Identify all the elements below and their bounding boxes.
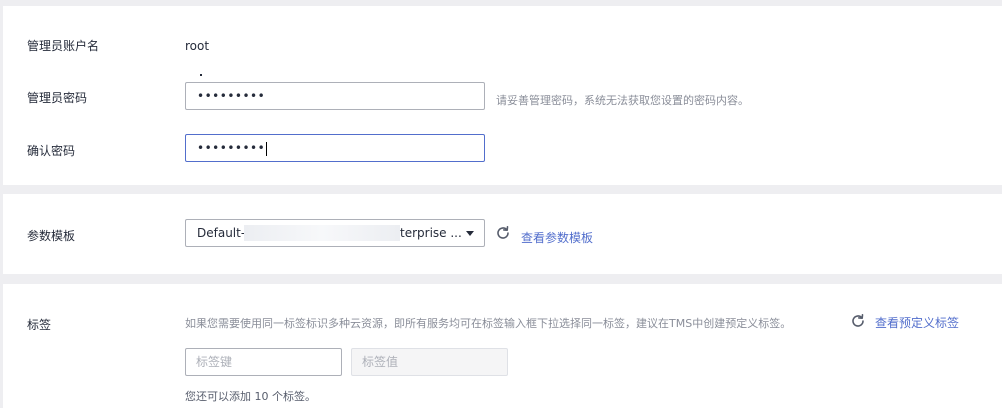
cursor-dot	[200, 74, 202, 76]
admin-password-value: •••••••••	[197, 89, 266, 103]
text-caret	[266, 141, 268, 156]
tags-remaining-text: 您还可以添加 10 个标签。	[185, 390, 316, 403]
tags-hint: 如果您需要使用同一标签标识多种云资源，即所有服务均可在标签输入框下拉选择同一标签…	[185, 317, 792, 330]
confirm-password-input[interactable]: •••••••••	[185, 134, 485, 162]
admin-password-label: 管理员密码	[27, 91, 88, 105]
tag-value-input[interactable]: 标签值	[351, 348, 508, 376]
admin-password-input[interactable]: •••••••••	[185, 82, 485, 110]
instance-config-form: 管理员账户名 root 管理员密码 ••••••••• 请妥善管理密码，系统无法…	[0, 0, 1002, 408]
tag-value-placeholder: 标签值	[362, 355, 399, 369]
tag-key-placeholder: 标签键	[196, 355, 233, 369]
password-hint: 请妥善管理密码，系统无法获取您设置的密码内容。	[496, 94, 749, 107]
view-predefined-tags-link[interactable]: 查看预定义标签	[875, 314, 959, 331]
tag-key-input[interactable]: 标签键	[185, 348, 342, 376]
confirm-password-label: 确认密码	[27, 144, 76, 158]
param-template-select[interactable]: Default- terprise ...	[185, 219, 485, 247]
tags-section: 标签 如果您需要使用同一标签标识多种云资源，即所有服务均可在标签输入框下拉选择同…	[3, 284, 1002, 408]
dropdown-arrow-icon	[466, 231, 474, 236]
admin-credentials-section: 管理员账户名 root 管理员密码 ••••••••• 请妥善管理密码，系统无法…	[3, 6, 1002, 185]
param-template-selected-prefix: Default-	[197, 226, 246, 240]
confirm-password-value: •••••••••	[197, 141, 266, 155]
param-template-selected-suffix: terprise ...	[400, 226, 462, 240]
refresh-icon[interactable]	[495, 225, 511, 241]
view-param-template-link[interactable]: 查看参数模板	[521, 229, 593, 246]
redacted-region	[244, 225, 400, 241]
admin-account-value: root	[185, 39, 210, 53]
parameter-template-section: 参数模板 Default- terprise ... 查看参数模板	[3, 194, 1002, 274]
param-template-label: 参数模板	[27, 229, 76, 243]
admin-account-label: 管理员账户名	[27, 39, 100, 53]
tags-label: 标签	[27, 318, 52, 332]
refresh-icon[interactable]	[850, 313, 866, 329]
